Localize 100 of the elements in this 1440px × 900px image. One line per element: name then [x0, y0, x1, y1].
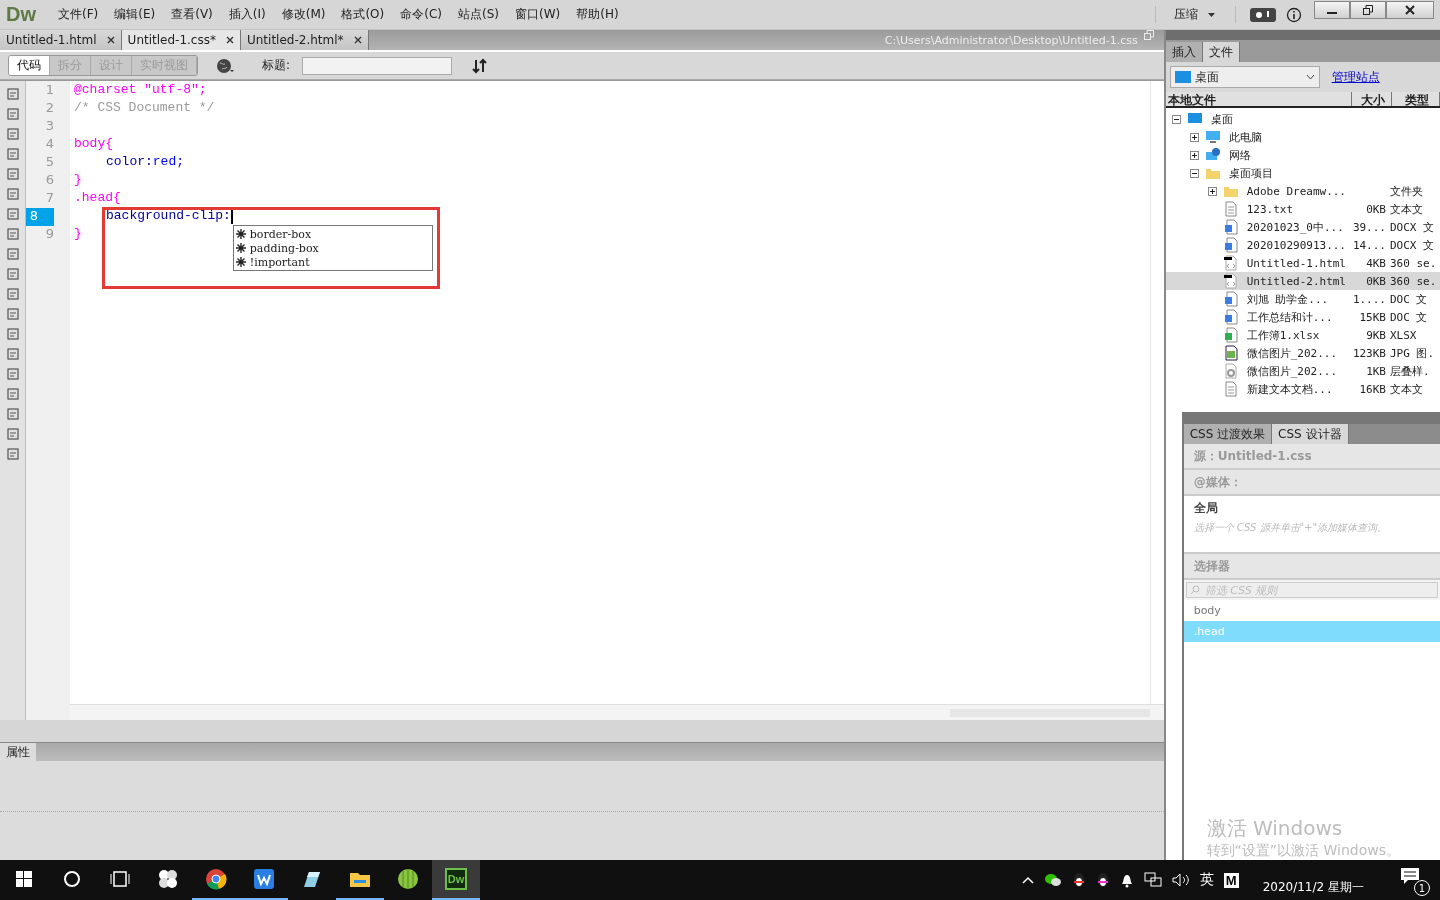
menu-item[interactable]: 帮助(H)	[568, 6, 627, 23]
line-number: 5	[44, 154, 55, 171]
document-icon	[1222, 219, 1239, 235]
panel-tab[interactable]: 属性	[0, 743, 36, 761]
document-icon	[1222, 237, 1239, 253]
view-button[interactable]: 代码	[9, 56, 50, 75]
monitor-icon	[1174, 71, 1191, 83]
column-header: 大小	[1352, 92, 1392, 106]
file-row[interactable]: 新建文本文档... 16KB 文本文	[1165, 380, 1440, 398]
document-app-icon[interactable]	[253, 868, 275, 890]
file-row[interactable]: 桌面	[1165, 110, 1440, 128]
code-text: color:	[106, 154, 153, 169]
ball-icon[interactable]	[397, 868, 419, 890]
file-row[interactable]: 工作总结和计... 15KB DOC 文	[1165, 308, 1440, 326]
workspace-dropdown[interactable]: 压缩	[1155, 6, 1236, 23]
task-view-icon	[110, 871, 130, 887]
keyboard-mode-indicator[interactable]: M	[1223, 872, 1239, 888]
info-icon[interactable]	[1286, 6, 1302, 23]
activation-hint: 转到“设置”以激活 Windows。	[1206, 842, 1400, 860]
app-logo: Dw	[445, 868, 467, 890]
settings-icon[interactable]	[1250, 7, 1276, 22]
chat-icon[interactable]	[1043, 873, 1062, 887]
file-row[interactable]: 桌面项目	[1165, 164, 1440, 182]
menu-item[interactable]: 插入(I)	[220, 6, 274, 23]
close-icon[interactable]	[106, 36, 115, 44]
code-file-icon	[1222, 273, 1239, 289]
file-row[interactable]: 刘旭 助学金... 1.... DOC 文	[1165, 290, 1440, 308]
pinwheel-icon[interactable]	[157, 868, 179, 890]
browser-icon[interactable]	[205, 868, 227, 890]
panel-tab[interactable]: 插入	[1165, 42, 1203, 62]
autocomplete-list[interactable]: border-box padding-box !important	[232, 225, 433, 271]
menu-item[interactable]: 命令(C)	[392, 6, 450, 23]
menu-item[interactable]: 文件(F)	[50, 6, 107, 23]
app-logo: Dw	[6, 3, 36, 26]
selector-item[interactable]: body	[1183, 600, 1440, 621]
line-number: 2	[44, 100, 55, 117]
title-field[interactable]	[302, 56, 453, 75]
site-dropdown[interactable]: 桌面	[1169, 66, 1320, 88]
file-row[interactable]: 微信图片_202... 1KB 层叠样.	[1165, 362, 1440, 380]
file-row[interactable]: 此电脑	[1165, 128, 1440, 146]
menu-item[interactable]: 查看(V)	[163, 6, 221, 23]
panel-tab[interactable]: CSS 设计器	[1272, 424, 1349, 444]
document-icon	[1222, 381, 1239, 397]
close-icon[interactable]	[225, 36, 234, 44]
code-text: }	[74, 226, 82, 241]
autocomplete-item[interactable]: padding-box	[233, 241, 432, 255]
document-icon	[1222, 291, 1239, 307]
line-number: 7	[44, 190, 55, 207]
horizontal-scrollbar[interactable]	[70, 704, 1164, 720]
line-number: 1	[44, 82, 55, 99]
menu-item[interactable]: 窗口(W)	[506, 6, 569, 23]
line-number: 9	[44, 226, 55, 243]
file-row[interactable]: 20201023_0中... 39... DOCX 文	[1165, 218, 1440, 236]
notification-button[interactable]: 1	[1398, 864, 1430, 896]
input-method-indicator[interactable]: 英	[1199, 871, 1214, 889]
code-text: /* CSS Document */	[74, 100, 215, 115]
section-heading: 选择器	[1183, 554, 1440, 580]
chevron-down-icon	[1305, 74, 1315, 80]
bell-icon[interactable]	[1119, 872, 1134, 888]
file-row[interactable]: Adobe Dreamw... 文件夹	[1165, 182, 1440, 200]
panel-tab[interactable]: CSS 过渡效果	[1183, 424, 1273, 444]
monitor-icon	[1204, 129, 1221, 145]
spreadsheet-icon	[1222, 327, 1239, 343]
document-tab[interactable]: Untitled-1.html	[0, 30, 122, 50]
line-number: 8	[26, 208, 54, 226]
globe-icon[interactable]	[216, 57, 234, 74]
media-value[interactable]: 全局	[1193, 500, 1430, 517]
file-row[interactable]: 微信图片_202... 123KB JPG 图.	[1165, 344, 1440, 362]
file-row[interactable]: 工作簿1.xlsx 9KB XLSX	[1165, 326, 1440, 344]
gear-file-icon	[1222, 363, 1239, 379]
file-row[interactable]: 123.txt 0KB 文本文	[1165, 200, 1440, 218]
restore-button[interactable]	[1350, 0, 1386, 19]
menu-item[interactable]: 格式(O)	[333, 6, 393, 23]
file-row[interactable]: 202010290913... 14... DOCX 文	[1165, 236, 1440, 254]
menu-item[interactable]: 编辑(E)	[106, 6, 164, 23]
network-icon[interactable]	[1143, 872, 1162, 888]
file-row[interactable]: 网络	[1165, 146, 1440, 164]
minimize-button[interactable]	[1314, 0, 1350, 19]
chevron-up-icon[interactable]	[1021, 876, 1034, 884]
manage-sites-link[interactable]: 管理站点	[1331, 68, 1380, 86]
file-row[interactable]: Untitled-1.html 4KB 360 se.	[1165, 254, 1440, 272]
file-row[interactable]: Untitled-2.html 0KB 360 se.	[1165, 272, 1440, 290]
circle-icon	[63, 870, 81, 888]
date-text[interactable]: 2020/11/2 星期一	[1262, 878, 1364, 896]
document-tab[interactable]: Untitled-1.css*	[121, 30, 241, 50]
panel-tab[interactable]: 文件	[1202, 42, 1240, 62]
document-tab[interactable]: Untitled-2.html*	[240, 30, 369, 50]
penguin-icon[interactable]	[1071, 872, 1086, 888]
close-icon[interactable]	[353, 36, 362, 44]
close-button[interactable]	[1386, 0, 1434, 19]
volume-icon[interactable]	[1171, 872, 1190, 888]
menu-item[interactable]: 修改(M)	[273, 6, 334, 23]
code-text: background-clip:	[106, 208, 231, 224]
autocomplete-item[interactable]: !important	[233, 255, 432, 269]
menu-item[interactable]: 站点(S)	[450, 6, 507, 23]
windows-icon	[16, 871, 32, 887]
autocomplete-item[interactable]: border-box	[233, 227, 432, 241]
code-text: .head{	[74, 190, 121, 205]
penguin-icon[interactable]	[1095, 872, 1110, 888]
taskbar-app[interactable]: Dw	[432, 860, 480, 900]
